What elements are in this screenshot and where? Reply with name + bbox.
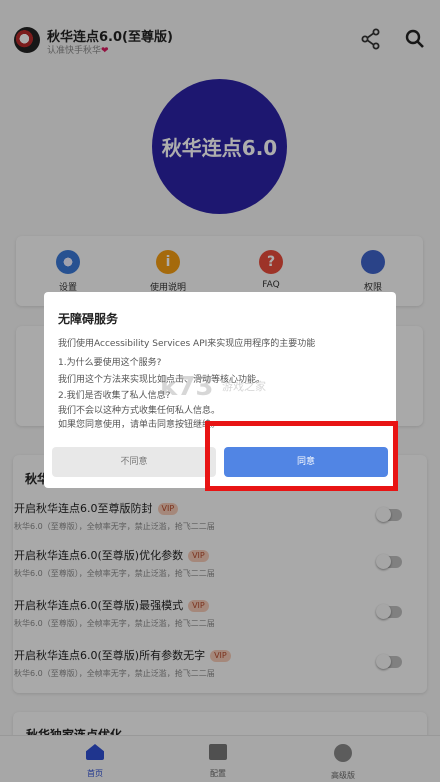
disagree-button[interactable]: 不同意 bbox=[52, 447, 216, 477]
dialog-text: 1.为什么要使用这个服务? bbox=[58, 358, 162, 368]
dialog-text: 2.我们是否收集了私人信息? bbox=[58, 391, 171, 401]
dialog-text: 如果您同意使用，请单击同意按钮继续。 bbox=[58, 420, 221, 430]
watermark: k73 bbox=[160, 372, 214, 402]
watermark-sub: 游戏之家 bbox=[222, 380, 266, 393]
dialog-text: 我们不会以这种方式收集任何私人信息。 bbox=[58, 406, 221, 416]
dialog-title: 无障碍服务 bbox=[58, 312, 119, 326]
highlight-box bbox=[205, 421, 398, 491]
dialog-text: 我们使用Accessibility Services API来实现应用程序的主要… bbox=[58, 339, 316, 349]
